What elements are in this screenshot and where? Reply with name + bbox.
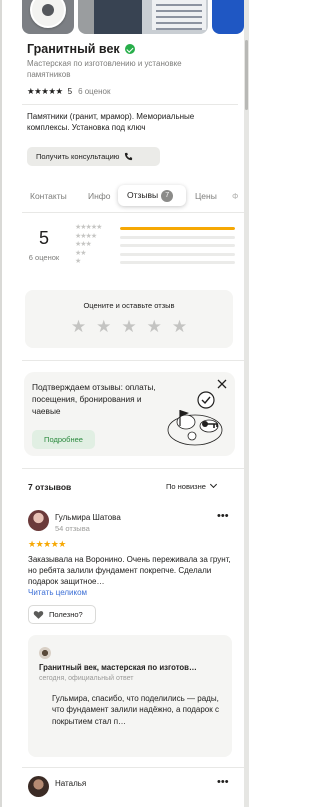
photo-thumbnail[interactable] [78, 0, 208, 34]
useful-label: Полезно? [49, 610, 83, 619]
distribution-bar [120, 252, 235, 256]
photo-sign [152, 0, 206, 30]
left-edge [0, 0, 2, 807]
rate-star-1[interactable]: ★ [71, 318, 86, 336]
divider [22, 104, 238, 105]
tab-info[interactable]: Инфо [88, 185, 111, 207]
rate-prompt: Оцените и оставьте отзыв [83, 301, 175, 310]
rating-stars: ★★★★★ [27, 86, 63, 96]
distribution-row: ★ [75, 258, 235, 267]
scrollbar[interactable] [244, 0, 249, 807]
rate-card: Оцените и оставьте отзыв ★ ★ ★ ★ ★ [25, 290, 233, 348]
summary-count: 6 оценок [28, 253, 60, 262]
tab-reviews[interactable]: Отзывы 7 [118, 185, 186, 206]
avatar[interactable] [28, 776, 49, 797]
org-subtitle: Мастерская по изготовлению и установке п… [27, 59, 182, 79]
logo [30, 0, 66, 28]
verified-icon [124, 44, 135, 54]
tab-contacts[interactable]: Контакты [30, 185, 67, 207]
distribution-stars: ★★★★ [75, 232, 97, 240]
review-text: Заказывала на Воронино. Очень переживала… [28, 555, 231, 587]
answer-text: Гульмира, спасибо, что поделились — рады… [52, 694, 219, 726]
verification-illustration-icon [167, 391, 223, 446]
rating-value: 5 [67, 87, 73, 96]
rate-star-2[interactable]: ★ [96, 318, 111, 336]
photo-thumbnail[interactable] [212, 0, 244, 34]
avatar [39, 647, 51, 659]
rating-count: 6 оценок [78, 87, 111, 96]
rate-star-5[interactable]: ★ [172, 318, 187, 336]
tabs-divider [22, 212, 244, 213]
tab-reviews-label: Отзывы [127, 190, 159, 200]
org-title: Гранитный век [27, 42, 120, 56]
distribution-stars: ★★★★★ [75, 224, 102, 231]
chevron-down-icon [209, 480, 217, 489]
review-stars: ★★★★★ [28, 539, 66, 549]
consultation-button[interactable]: Получить консультацию [27, 147, 160, 166]
photo-thumbnail[interactable] [22, 0, 74, 34]
divider [22, 468, 244, 469]
distribution-bar [120, 244, 235, 248]
useful-button[interactable]: Полезно? [28, 605, 96, 624]
more-icon[interactable]: ••• [217, 510, 229, 522]
thumb-up-icon [33, 611, 44, 619]
rate-star-4[interactable]: ★ [147, 318, 162, 336]
divider [22, 360, 244, 361]
org-rating[interactable]: ★★★★★ 5 6 оценок [27, 86, 111, 97]
reviewer-name[interactable]: Гульмира Шатова [55, 513, 121, 522]
avatar[interactable] [28, 510, 49, 531]
reviews-heading: 7 отзывов [28, 482, 72, 492]
distribution-stars: ★★★ [75, 241, 92, 249]
tab-more[interactable]: Ф [232, 185, 246, 207]
org-title-row: Гранитный век [27, 42, 135, 56]
consultation-label: Получить консультацию [36, 152, 120, 161]
photo-gallery[interactable] [22, 0, 244, 34]
answer-author: Гранитный век, мастерская по изготов… [39, 663, 197, 672]
summary-rating: 5 [38, 228, 49, 248]
more-icon[interactable]: ••• [217, 776, 229, 788]
rate-star-3[interactable]: ★ [121, 318, 136, 336]
rate-stars: ★ ★ ★ ★ ★ [25, 318, 233, 336]
tab-prices[interactable]: Цены [195, 185, 217, 207]
tab-reviews-count: 7 [161, 190, 174, 202]
phone-icon [124, 152, 133, 161]
tab-bar: Контакты Инфо Отзывы 7 Цены Ф [22, 185, 244, 207]
promo-text: Подтверждаем отзывы: оплаты, посещения, … [32, 382, 156, 416]
distribution-bar [120, 227, 235, 230]
org-description: Памятники (гранит, мрамор). Мемориальные… [27, 112, 195, 132]
distribution-stars: ★ [75, 258, 81, 266]
sort-label: По новизне [166, 482, 206, 491]
distribution-bar-fill [120, 227, 235, 230]
sort-dropdown[interactable]: По новизне [166, 480, 217, 491]
distribution-stars: ★★ [75, 249, 87, 257]
reviewer-name[interactable]: Наталья [55, 779, 86, 788]
divider [22, 767, 244, 768]
answer-meta: сегодня, официальный ответ [39, 675, 134, 682]
read-more-link[interactable]: Читать целиком [28, 588, 87, 597]
owner-answer: Гранитный век, мастерская по изготов… се… [28, 635, 232, 757]
promo-more-button[interactable]: Подробнее [32, 430, 95, 449]
distribution-bar [120, 261, 235, 265]
distribution-bar [120, 235, 235, 239]
promo-banner: Подтверждаем отзывы: оплаты, посещения, … [24, 372, 235, 456]
reviewer-meta: 54 отзыва [55, 524, 90, 533]
